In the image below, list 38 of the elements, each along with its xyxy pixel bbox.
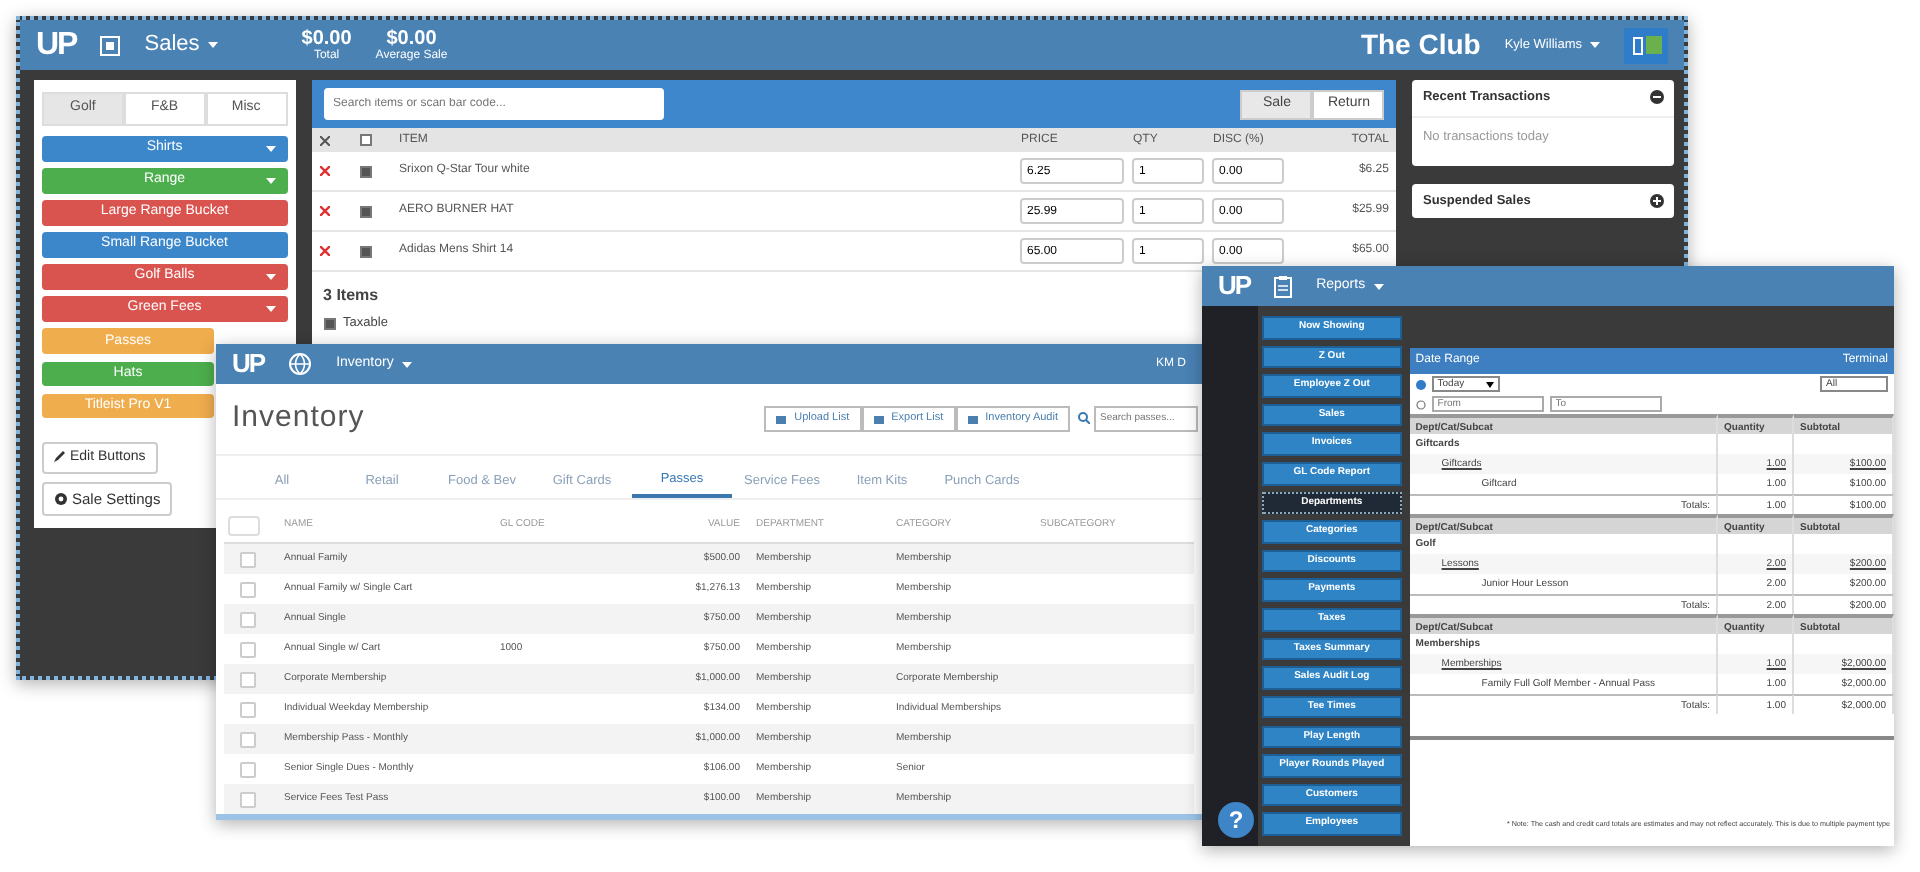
remove-icon[interactable] bbox=[319, 246, 330, 256]
row-checkbox[interactable] bbox=[240, 611, 256, 628]
row-checkbox[interactable] bbox=[240, 641, 256, 658]
caret-icon bbox=[1373, 283, 1384, 289]
row-checkbox[interactable] bbox=[240, 551, 256, 568]
remove-icon[interactable] bbox=[319, 206, 330, 216]
expand-icon[interactable] bbox=[1650, 193, 1664, 208]
item-count: 3 Items bbox=[323, 284, 379, 308]
row-checkbox[interactable] bbox=[240, 671, 256, 688]
stat-value: $0.00 bbox=[301, 29, 352, 49]
gear-icon bbox=[54, 492, 68, 507]
caret-icon bbox=[1485, 381, 1494, 387]
globe-icon bbox=[288, 352, 313, 376]
stat-value: $0.00 bbox=[386, 29, 437, 49]
row-checkbox[interactable] bbox=[240, 731, 256, 748]
pencil-icon bbox=[54, 449, 66, 462]
row-checkbox[interactable] bbox=[240, 761, 256, 778]
remove-all-icon bbox=[319, 135, 330, 145]
app-logo: UP bbox=[232, 346, 265, 383]
clipboard-icon bbox=[1274, 275, 1293, 297]
check-all-icon bbox=[359, 134, 372, 146]
club-name: The Club bbox=[1360, 26, 1481, 64]
checked-checkbox-icon[interactable] bbox=[359, 245, 372, 257]
row-checkbox[interactable] bbox=[240, 791, 256, 808]
page-title: Inventory bbox=[232, 398, 365, 438]
sales-menu[interactable]: Sales bbox=[144, 28, 218, 62]
row-checkbox[interactable] bbox=[240, 701, 256, 718]
caret-icon bbox=[1590, 42, 1600, 48]
checked-checkbox-icon[interactable] bbox=[359, 205, 372, 217]
device-status-icon bbox=[1624, 27, 1668, 63]
collapse-icon[interactable] bbox=[1650, 90, 1664, 105]
caret-icon bbox=[207, 42, 218, 48]
checked-checkbox-icon[interactable] bbox=[359, 165, 372, 177]
remove-icon[interactable] bbox=[319, 166, 330, 176]
app-logo: UP bbox=[36, 25, 77, 65]
app-logo: UP bbox=[1218, 268, 1251, 305]
row-checkbox[interactable] bbox=[240, 581, 256, 598]
search-icon bbox=[1078, 412, 1090, 425]
